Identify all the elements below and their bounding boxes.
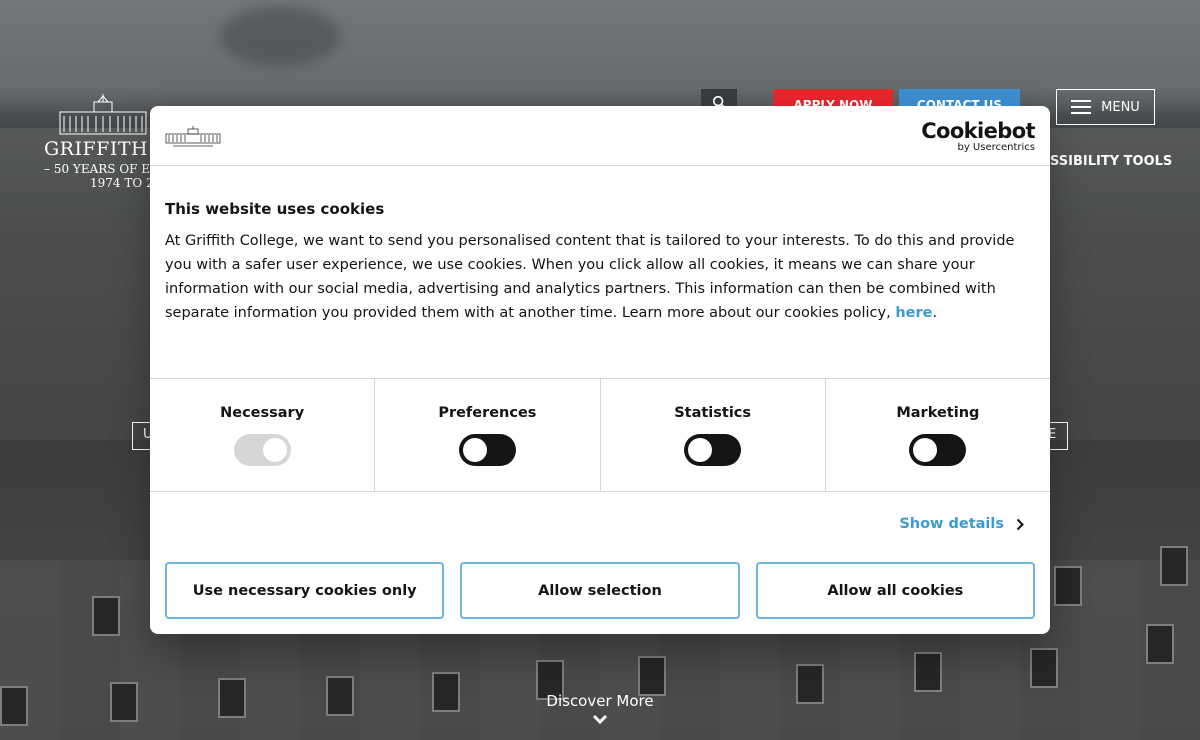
allow-selection-button[interactable]: Allow selection: [460, 562, 740, 619]
description-end: .: [932, 305, 938, 321]
discover-more-label: Discover More: [546, 692, 654, 710]
chevron-right-icon: [1016, 518, 1024, 530]
dialog-description: At Griffith College, we want to send you…: [165, 229, 1035, 325]
toggle-statistics: Statistics: [601, 379, 826, 491]
dialog-body: This website uses cookies At Griffith Co…: [150, 166, 1050, 379]
toggle-label: Statistics: [674, 405, 752, 421]
hero-cta-left[interactable]: U: [132, 422, 153, 450]
consent-toggles: Necessary Preferences Statistics Marketi…: [150, 379, 1050, 492]
show-details-label: Show details: [899, 516, 1004, 532]
use-necessary-only-button[interactable]: Use necessary cookies only: [165, 562, 445, 619]
toggle-preferences: Preferences: [375, 379, 601, 491]
toggle-marketing: Marketing: [826, 379, 1050, 491]
toggle-label: Necessary: [220, 405, 305, 421]
switch-knob: [462, 438, 487, 462]
accessibility-tools-link[interactable]: SSIBILITY TOOLS: [1050, 154, 1172, 169]
details-row: Show details: [150, 492, 1050, 562]
description-text: At Griffith College, we want to send you…: [165, 233, 1015, 321]
hamburger-icon: [1071, 100, 1092, 114]
cookiebot-name: Cookiebot: [921, 119, 1035, 143]
cookie-policy-link[interactable]: here: [895, 305, 932, 321]
toggle-necessary: Necessary: [150, 379, 376, 491]
switch-knob: [262, 438, 287, 462]
switch-knob: [688, 438, 713, 462]
hero-cta-right[interactable]: E: [1048, 422, 1068, 450]
dialog-buttons: Use necessary cookies only Allow selecti…: [150, 562, 1050, 619]
college-building-icon: [59, 94, 147, 135]
cookiebot-brand: Cookiebot by Usercentrics: [921, 120, 1035, 154]
griffith-logo-icon: [165, 126, 221, 147]
statistics-switch[interactable]: [684, 434, 742, 466]
allow-all-cookies-button[interactable]: Allow all cookies: [755, 562, 1035, 619]
toggle-label: Preferences: [438, 405, 537, 421]
show-details-link[interactable]: Show details: [899, 516, 1024, 532]
discover-more-link[interactable]: Discover More: [500, 692, 700, 726]
toggle-label: Marketing: [896, 405, 980, 421]
preferences-switch[interactable]: [458, 434, 516, 466]
switch-knob: [913, 438, 938, 462]
marketing-switch[interactable]: [909, 434, 967, 466]
cookie-consent-dialog: Cookiebot by Usercentrics This website u…: [150, 106, 1050, 634]
cookiebot-subtitle: by Usercentrics: [957, 142, 1035, 153]
dialog-title: This website uses cookies: [165, 200, 385, 218]
dialog-header: Cookiebot by Usercentrics: [150, 106, 1050, 166]
necessary-switch: [233, 434, 291, 466]
menu-label: MENU: [1101, 99, 1140, 115]
menu-button[interactable]: MENU: [1056, 89, 1155, 125]
chevron-down-icon: [592, 714, 608, 725]
